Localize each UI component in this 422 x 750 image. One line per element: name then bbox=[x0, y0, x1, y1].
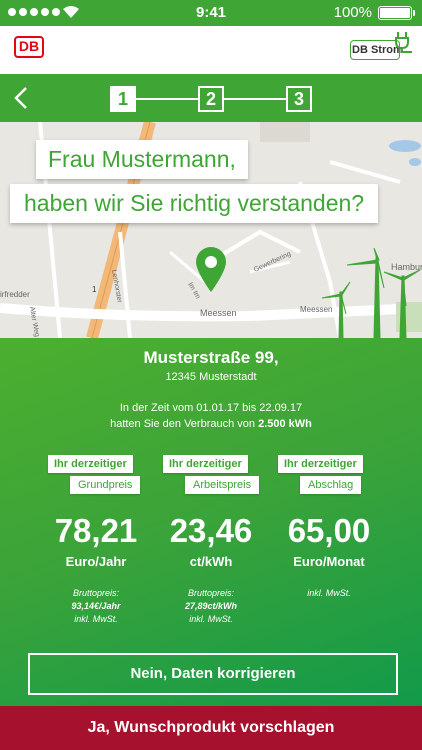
step-2[interactable]: 2 bbox=[198, 86, 224, 112]
price-gross: 27,89ct/kWh bbox=[184, 601, 238, 611]
price-vat-note: inkl. MwSt. bbox=[74, 614, 118, 624]
price-tag-type: Grundpreis bbox=[70, 476, 141, 494]
consumption-text: hatten Sie den Verbrauch von 2.500 kWh bbox=[110, 418, 312, 430]
svg-text:Meessen: Meessen bbox=[200, 308, 237, 318]
step-connector bbox=[136, 98, 198, 100]
correct-data-button[interactable]: Nein, Daten korrigieren bbox=[28, 653, 398, 695]
db-strom-logo: DB Strom bbox=[350, 30, 414, 66]
price-tag-type: Abschlag bbox=[300, 476, 362, 494]
svg-text:1: 1 bbox=[92, 285, 97, 294]
price-gross: 93,14€/Jahr bbox=[71, 601, 121, 611]
price-unit: ct/kWh bbox=[189, 554, 233, 569]
price-value: 78,21 bbox=[54, 512, 138, 549]
price-note: Bruttopreis: bbox=[72, 588, 120, 598]
price-value: 65,00 bbox=[287, 512, 371, 549]
step-connector bbox=[224, 98, 286, 100]
price-unit: Euro/Jahr bbox=[65, 554, 127, 569]
price-card-grundpreis: Ihr derzeitiger Grundpreis 78,21 Euro/Ja… bbox=[48, 454, 164, 624]
price-vat-note: inkl. MwSt. bbox=[189, 614, 233, 624]
address-street: Musterstraße 99, bbox=[143, 348, 279, 367]
app-header: DB DB Strom bbox=[0, 26, 422, 74]
price-note: Bruttopreis: bbox=[187, 588, 235, 598]
location-pin-icon bbox=[196, 247, 226, 292]
consumption-panel: Musterstraße 99, 12345 Musterstadt In de… bbox=[0, 338, 422, 706]
price-vat-note: inkl. MwSt. bbox=[307, 588, 351, 598]
consumption-value: 2.500 kWh bbox=[258, 418, 312, 430]
steps-bar: 1 2 3 bbox=[0, 74, 422, 122]
step-1[interactable]: 1 bbox=[110, 86, 136, 112]
battery-icon bbox=[378, 6, 415, 20]
status-bar: 9:41 100% bbox=[0, 0, 422, 26]
plug-icon bbox=[395, 32, 412, 53]
price-unit: Euro/Monat bbox=[293, 554, 365, 569]
price-tag-type: Arbeitspreis bbox=[185, 476, 260, 494]
price-tag-current: Ihr derzeitiger bbox=[278, 455, 363, 473]
db-logo: DB bbox=[14, 36, 44, 58]
greeting-bubble: Frau Mustermann, bbox=[36, 140, 248, 179]
wind-turbines-icon bbox=[322, 248, 421, 338]
price-card-arbeitspreis: Ihr derzeitiger Arbeitspreis 23,46 ct/kW… bbox=[163, 454, 279, 624]
step-3[interactable]: 3 bbox=[286, 86, 312, 112]
svg-text:irfredder: irfredder bbox=[0, 290, 30, 299]
back-arrow-icon[interactable] bbox=[10, 84, 34, 112]
propose-product-button[interactable]: Ja, Wunschprodukt vorschlagen bbox=[0, 706, 422, 750]
question-bubble: haben wir Sie richtig verstanden? bbox=[10, 184, 379, 223]
price-tag-current: Ihr derzeitiger bbox=[48, 455, 133, 473]
battery-percent: 100% bbox=[333, 4, 372, 21]
price-tag-current: Ihr derzeitiger bbox=[163, 455, 248, 473]
price-value: 23,46 bbox=[169, 512, 253, 549]
price-card-abschlag: Ihr derzeitiger Abschlag 65,00 Euro/Mona… bbox=[278, 454, 394, 598]
address-city: 12345 Musterstadt bbox=[165, 371, 257, 383]
period-text: In der Zeit vom 01.01.17 bis 22.09.17 bbox=[119, 402, 303, 414]
